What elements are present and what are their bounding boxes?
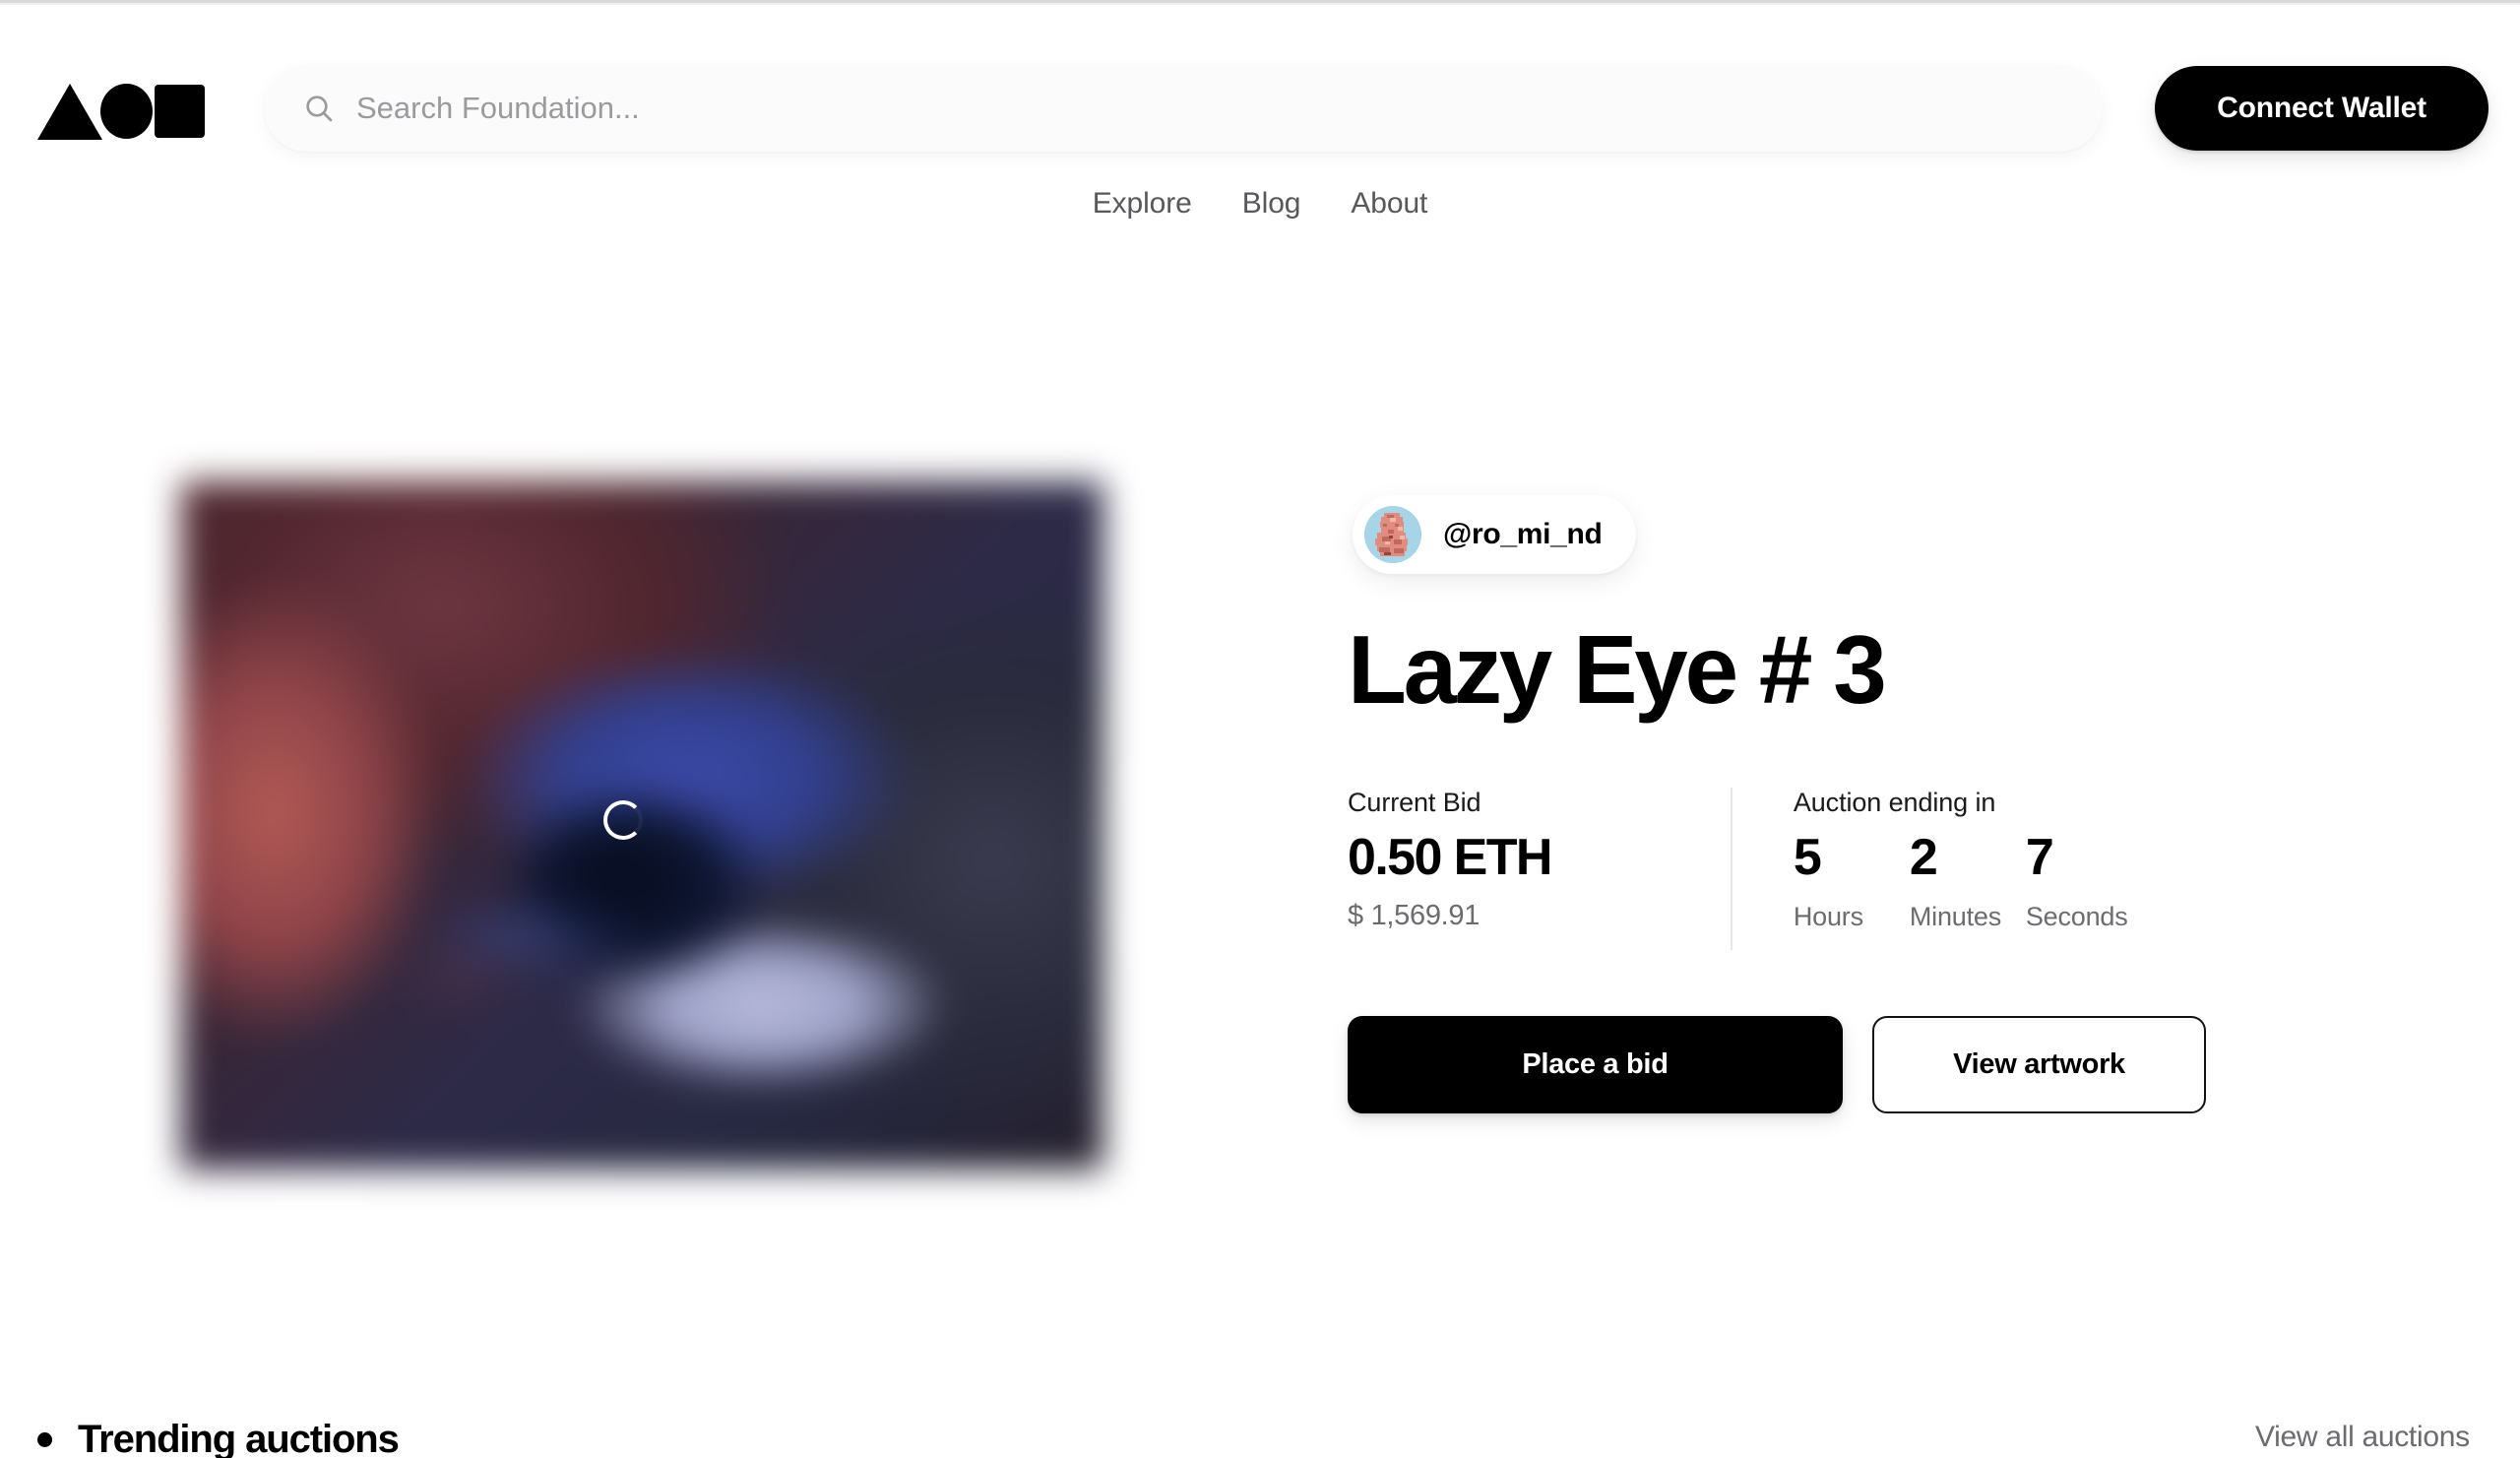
- main-nav: Explore Blog About: [0, 187, 2520, 221]
- current-bid-block: Current Bid 0.50 ETH $ 1,569.91: [1348, 788, 1552, 932]
- search-icon: [303, 93, 335, 124]
- loading-spinner: [603, 800, 643, 840]
- logo-circle-icon: [100, 84, 153, 139]
- hero-artwork-detail: [181, 481, 1103, 1170]
- connect-wallet-button[interactable]: Connect Wallet: [2155, 66, 2488, 151]
- page-root: Connect Wallet Explore Blog About: [0, 0, 2520, 1458]
- countdown-seconds: 7 Seconds: [2025, 829, 2142, 932]
- countdown-seconds-value: 7: [2025, 829, 2054, 886]
- artist-chip[interactable]: @ro_mi_nd: [1353, 495, 1636, 574]
- nav-item-about[interactable]: About: [1351, 187, 1427, 221]
- search-input[interactable]: [356, 91, 2063, 126]
- site-header: Connect Wallet: [0, 5, 2520, 187]
- artist-handle: @ro_mi_nd: [1443, 518, 1603, 550]
- hero-artwork-image[interactable]: [181, 481, 1103, 1170]
- nav-item-blog[interactable]: Blog: [1242, 187, 1301, 221]
- countdown-minutes-label: Minutes: [1909, 902, 2001, 932]
- countdown-seconds-label: Seconds: [2025, 902, 2128, 932]
- current-bid-eth: 0.50 ETH: [1348, 829, 1552, 886]
- countdown-minutes: 2 Minutes: [1909, 829, 2026, 932]
- current-bid-usd: $ 1,569.91: [1348, 900, 1480, 932]
- trending-auctions-heading: Trending auctions: [37, 1418, 400, 1458]
- countdown-hours-value: 5: [1793, 829, 1822, 886]
- artist-avatar: [1364, 506, 1421, 563]
- nav-item-explore[interactable]: Explore: [1093, 187, 1192, 221]
- auction-countdown-block: Auction ending in 5 Hours 2 Minutes 7 Se…: [1794, 788, 2142, 932]
- view-all-auctions-link[interactable]: View all auctions: [2255, 1421, 2470, 1454]
- bullet-dot-icon: [37, 1432, 52, 1447]
- countdown-units: 5 Hours 2 Minutes 7 Seconds: [1793, 829, 2142, 932]
- auction-ending-label: Auction ending in: [1793, 788, 1996, 817]
- hero-actions: Place a bid View artwork: [1348, 1016, 2206, 1113]
- current-bid-label: Current Bid: [1348, 788, 1481, 817]
- view-artwork-button[interactable]: View artwork: [1872, 1016, 2206, 1113]
- stats-divider: [1730, 788, 1732, 950]
- foundation-logo[interactable]: [37, 79, 205, 140]
- countdown-hours-label: Hours: [1793, 902, 1863, 932]
- search-bar[interactable]: [264, 65, 2103, 152]
- logo-triangle-icon: [37, 84, 102, 140]
- countdown-minutes-value: 2: [1909, 829, 1938, 886]
- artwork-title: Lazy Eye # 3: [1348, 615, 1887, 724]
- auction-stats: Current Bid 0.50 ETH $ 1,569.91 Auction …: [1348, 788, 2142, 955]
- place-a-bid-button[interactable]: Place a bid: [1348, 1016, 1843, 1113]
- logo-square-icon: [154, 85, 205, 138]
- countdown-hours: 5 Hours: [1793, 829, 1910, 932]
- trending-auctions-title: Trending auctions: [78, 1418, 400, 1458]
